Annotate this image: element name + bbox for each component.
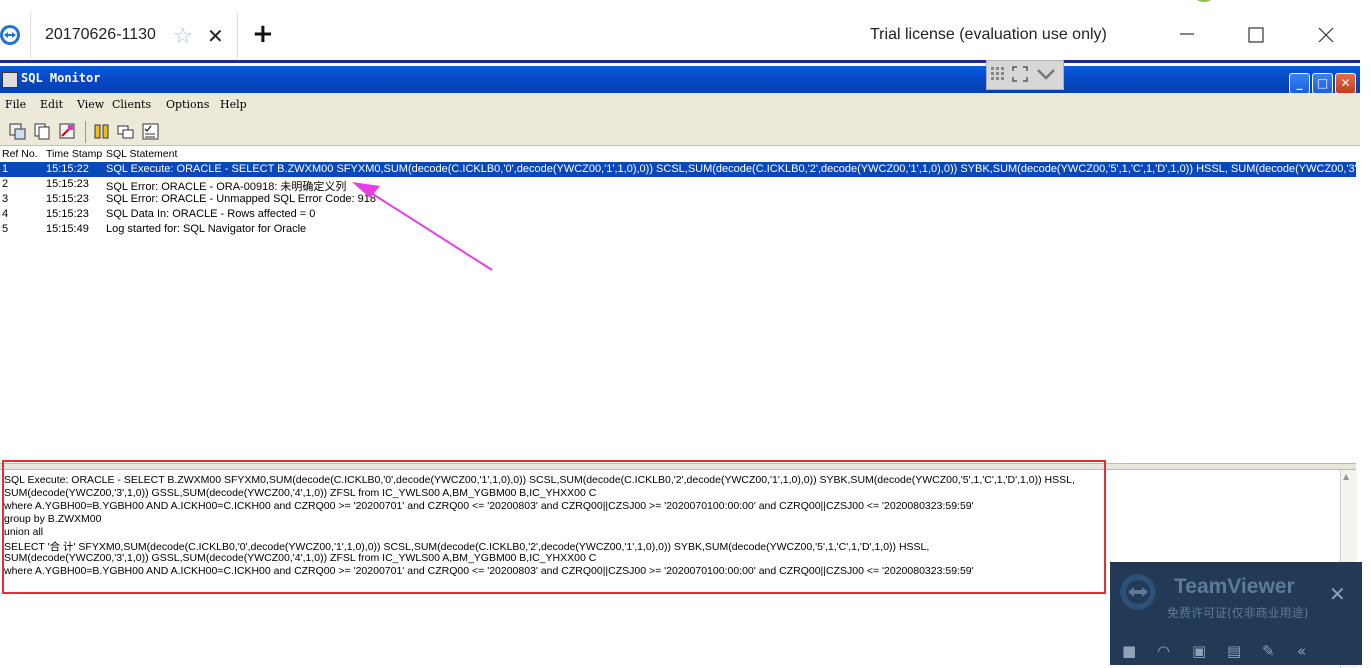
- popup-close-icon[interactable]: ✕: [1329, 582, 1346, 606]
- video-icon[interactable]: ■: [1122, 642, 1136, 660]
- teamviewer-license-popup: TeamViewer 免费许可证(仅非商业用途) ✕ ■ ◠ ▣ ▤ ✎ «: [1110, 562, 1362, 665]
- files-icon[interactable]: ▤: [1227, 642, 1241, 660]
- popup-brand: TeamViewer: [1174, 575, 1295, 598]
- popup-actions: ■ ◠ ▣ ▤ ✎ «: [1122, 642, 1352, 660]
- chat-icon[interactable]: ▣: [1192, 642, 1206, 660]
- popup-subtitle: 免费许可证(仅非商业用途): [1167, 606, 1309, 620]
- tools-icon[interactable]: ✎: [1262, 642, 1275, 660]
- teamviewer-popup-logo-icon: [1120, 574, 1156, 610]
- headset-icon[interactable]: ◠: [1157, 642, 1170, 660]
- collapse-icon[interactable]: «: [1297, 642, 1306, 660]
